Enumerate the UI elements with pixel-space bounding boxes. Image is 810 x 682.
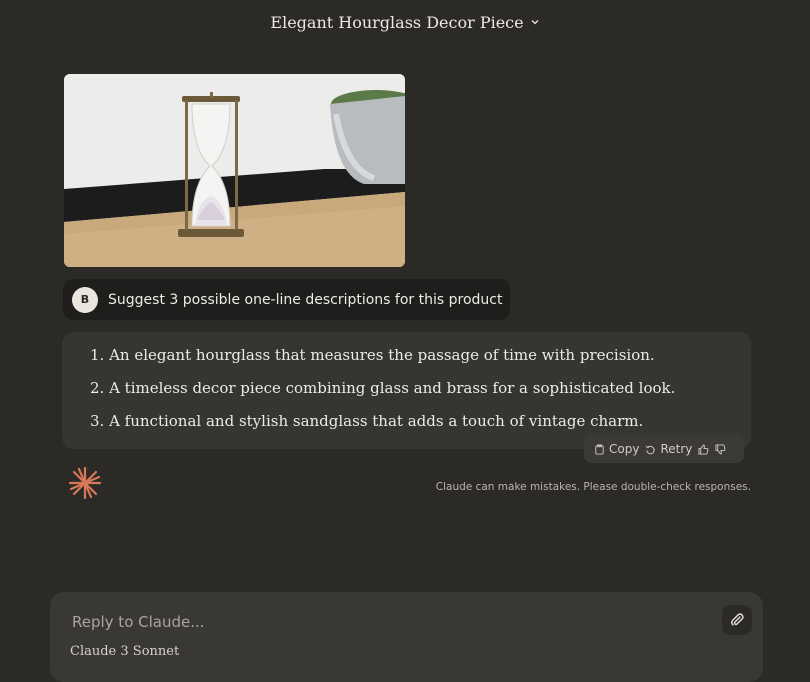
list-item: 2. A timeless decor piece combining glas… (90, 379, 676, 397)
thumbs-up-button[interactable] (698, 443, 709, 455)
list-item: 1. An elegant hourglass that measures th… (90, 346, 655, 364)
description-list: 1. An elegant hourglass that measures th… (90, 344, 751, 443)
thumbs-up-icon (698, 443, 709, 455)
user-message-text: Suggest 3 possible one-line descriptions… (108, 291, 503, 308)
copy-label: Copy (609, 442, 640, 456)
chat-title: Elegant Hourglass Decor Piece (270, 12, 524, 32)
chat-title-dropdown[interactable]: Elegant Hourglass Decor Piece (270, 13, 539, 32)
retry-label: Retry (660, 442, 693, 456)
attach-button[interactable] (722, 605, 752, 635)
claude-logo-icon (68, 466, 102, 500)
message-actions: Copy Retry (584, 435, 744, 463)
chat-header: Elegant Hourglass Decor Piece (0, 0, 810, 44)
model-name: Claude (70, 644, 117, 659)
model-selector[interactable]: Claude 3 Sonnet (70, 644, 179, 659)
retry-icon (646, 445, 656, 454)
composer: Claude 3 Sonnet (50, 592, 763, 682)
user-message: B Suggest 3 possible one-line descriptio… (63, 279, 510, 320)
thumbs-down-icon (715, 443, 726, 455)
disclaimer-text: Claude can make mistakes. Please double-… (435, 481, 751, 493)
model-version: 3 Sonnet (120, 644, 180, 659)
assistant-message: 1. An elegant hourglass that measures th… (62, 332, 751, 449)
thumbs-down-button[interactable] (715, 443, 726, 455)
copy-button[interactable]: Copy (594, 442, 639, 456)
retry-button[interactable]: Retry (645, 442, 692, 456)
reply-input[interactable] (70, 612, 694, 632)
paperclip-icon (731, 613, 744, 626)
avatar: B (72, 286, 98, 313)
product-image (64, 74, 405, 267)
chevron-down-icon (531, 20, 539, 25)
clipboard-icon (595, 443, 604, 455)
